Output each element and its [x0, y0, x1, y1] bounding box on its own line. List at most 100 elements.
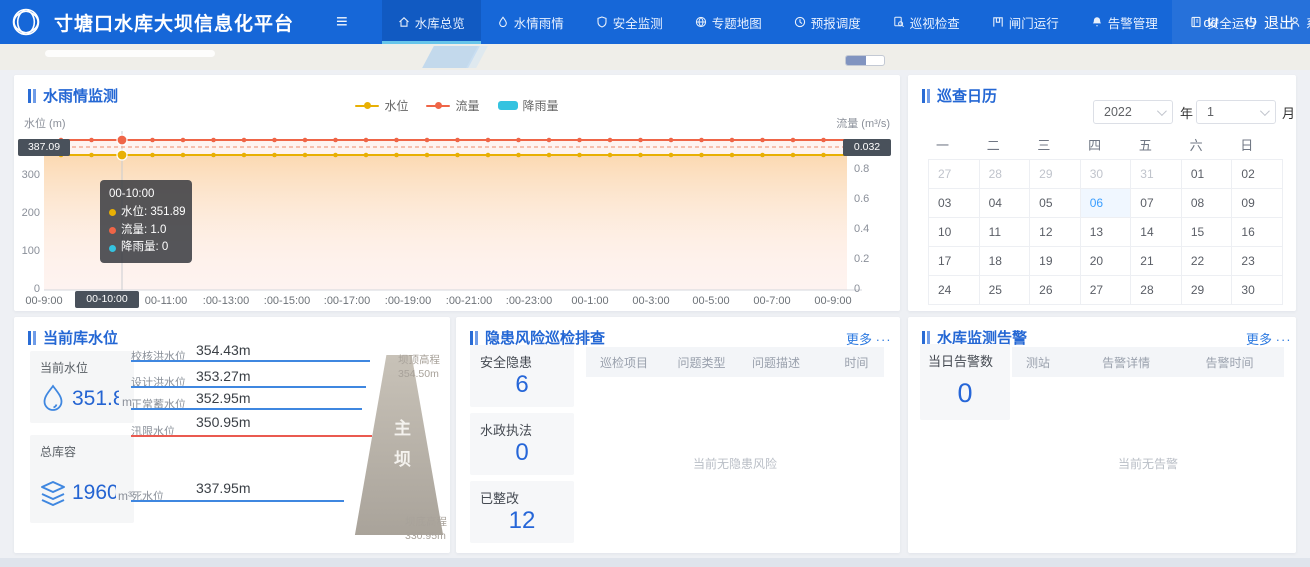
calendar-day[interactable]: 26	[1030, 276, 1081, 305]
calendar-day[interactable]: 01	[1182, 160, 1233, 189]
level-line	[131, 408, 362, 410]
tab-safety-monitor[interactable]: 安全监测	[580, 0, 679, 44]
patrol-calendar-panel: 巡查日历 2022 年 1 月 一 二 三 四 五 六 日 27 28 29 3…	[908, 75, 1296, 311]
calendar-day[interactable]: 23	[1232, 247, 1283, 276]
calendar-day-selected[interactable]: 06	[1081, 189, 1132, 218]
alert-count-label: 当日告警数	[928, 351, 993, 370]
calendar-day[interactable]: 22	[1182, 247, 1233, 276]
calendar-day[interactable]: 04	[980, 189, 1031, 218]
logout-button[interactable]: 退出	[1244, 0, 1294, 44]
calendar-controls: 2022 年 1 月	[908, 100, 1296, 124]
col-header: 问题描述	[738, 354, 830, 371]
calendar-day[interactable]: 09	[1232, 189, 1283, 218]
app-logo-icon	[10, 6, 42, 38]
calendar-day[interactable]: 20	[1081, 247, 1132, 276]
tooltip-item: 水位: 351.89	[121, 204, 186, 222]
calendar-day[interactable]: 27	[929, 160, 980, 189]
stat-value: 12	[470, 507, 574, 535]
tab-label: 系统管理	[1306, 13, 1310, 32]
dam-base-note: 坝底高程 330.95m	[405, 515, 447, 543]
tab-water-rain[interactable]: 水情雨情	[481, 0, 580, 44]
chevron-down-icon	[1260, 106, 1270, 116]
menu-toggle-icon[interactable]: ≡	[336, 12, 348, 32]
calendar-day[interactable]: 10	[929, 218, 980, 247]
calendar-day[interactable]: 19	[1030, 247, 1081, 276]
calendar-day[interactable]: 27	[1081, 276, 1132, 305]
year-select[interactable]: 2022	[1093, 100, 1173, 124]
calendar-day[interactable]: 02	[1232, 160, 1283, 189]
layers-icon	[38, 477, 68, 509]
month-select[interactable]: 1	[1196, 100, 1276, 124]
calendar-day[interactable]: 25	[980, 276, 1031, 305]
calendar-day[interactable]: 11	[980, 218, 1031, 247]
x-tick: :00-21:00	[446, 295, 492, 307]
calendar-day[interactable]: 30	[1081, 160, 1132, 189]
x-tick: 00-9:00	[25, 295, 62, 307]
calendar-day[interactable]: 28	[1131, 276, 1182, 305]
calendar-day[interactable]: 29	[1182, 276, 1233, 305]
capacity-value: 19600	[72, 481, 116, 505]
calendar-day[interactable]: 08	[1182, 189, 1233, 218]
calendar-day[interactable]: 17	[929, 247, 980, 276]
calendar-day[interactable]: 12	[1030, 218, 1081, 247]
year-value: 2022	[1104, 105, 1132, 119]
calendar-day[interactable]: 28	[980, 160, 1031, 189]
calendar-day[interactable]: 03	[929, 189, 980, 218]
calendar-day[interactable]: 05	[1030, 189, 1081, 218]
tab-thematic-map[interactable]: 专题地图	[679, 0, 778, 44]
bottom-strip	[0, 558, 1310, 567]
current-level-value: 351.89	[72, 387, 119, 411]
panel-title: 当前库水位	[28, 327, 118, 348]
calendar-day[interactable]: 18	[980, 247, 1031, 276]
water-drop-icon	[38, 383, 68, 415]
col-header: 时间	[830, 354, 884, 371]
tab-patrol-inspection[interactable]: 巡视检查	[877, 0, 976, 44]
calendar-day[interactable]: 24	[929, 276, 980, 305]
tab-alarm-management[interactable]: 告警管理	[1075, 0, 1174, 44]
level-value: 354.43m	[196, 342, 250, 358]
tab-reservoir-overview[interactable]: 水库总览	[382, 0, 481, 44]
scroll-remnant-strip	[0, 44, 1310, 70]
stat-label: 水政执法	[480, 420, 532, 439]
tab-forecast-dispatch[interactable]: 预报调度	[778, 0, 877, 44]
title-bars-icon	[470, 331, 478, 345]
calendar-day[interactable]: 31	[1131, 160, 1182, 189]
calendar-day[interactable]: 14	[1131, 218, 1182, 247]
water-drop-icon	[497, 16, 509, 28]
tab-gate-operation[interactable]: 闸门运行	[976, 0, 1075, 44]
weekday: 二	[979, 135, 1030, 154]
water-rain-monitor-panel: 水雨情监测 水位 流量 降雨量 水位 (m) 流量 (m³/s)	[14, 75, 900, 311]
tab-label: 告警管理	[1108, 13, 1158, 32]
calendar-day[interactable]: 30	[1232, 276, 1283, 305]
current-level-card: 当前水位 351.89 m	[30, 351, 134, 423]
y-tick: 200	[16, 207, 40, 219]
panel-title-text: 当前库水位	[43, 327, 118, 348]
month-unit-label: 月	[1282, 103, 1295, 122]
col-header: 巡检项目	[586, 354, 663, 371]
alert-more-button[interactable]: 更多 ···	[1246, 329, 1292, 348]
dispatch-icon	[794, 16, 806, 28]
mini-toggle[interactable]	[845, 55, 885, 66]
map-icon	[695, 16, 707, 28]
stat-value: 6	[470, 371, 574, 399]
x-tick: :00-17:00	[324, 295, 370, 307]
calendar-day[interactable]: 07	[1131, 189, 1182, 218]
risk-more-button[interactable]: 更多 ···	[846, 329, 892, 348]
col-header: 告警详情	[1088, 354, 1191, 371]
y-tick: 0	[854, 283, 860, 295]
tooltip-time: 00-10:00	[109, 186, 183, 204]
y-left-marker-badge: 387.09	[18, 139, 70, 156]
calendar-day[interactable]: 21	[1131, 247, 1182, 276]
tab-label: 巡视检查	[910, 13, 960, 32]
calendar-day[interactable]: 16	[1232, 218, 1283, 247]
top-nav: 寸塘口水库大坝信息化平台 ≡ 水库总览 水情雨情 安全监测 专题地图 预报调度	[0, 0, 1310, 44]
calendar-day[interactable]: 13	[1081, 218, 1132, 247]
username[interactable]: dd	[1204, 0, 1218, 44]
y-tick: 0	[16, 283, 40, 295]
calendar-day[interactable]: 15	[1182, 218, 1233, 247]
stat-value: 0	[470, 439, 574, 467]
capacity-card: 总库容 19600 m³	[30, 435, 134, 523]
calendar-day[interactable]: 29	[1030, 160, 1081, 189]
ghost-breadcrumb	[45, 50, 215, 57]
stat-card-hazard: 安全隐患 6	[470, 345, 574, 407]
